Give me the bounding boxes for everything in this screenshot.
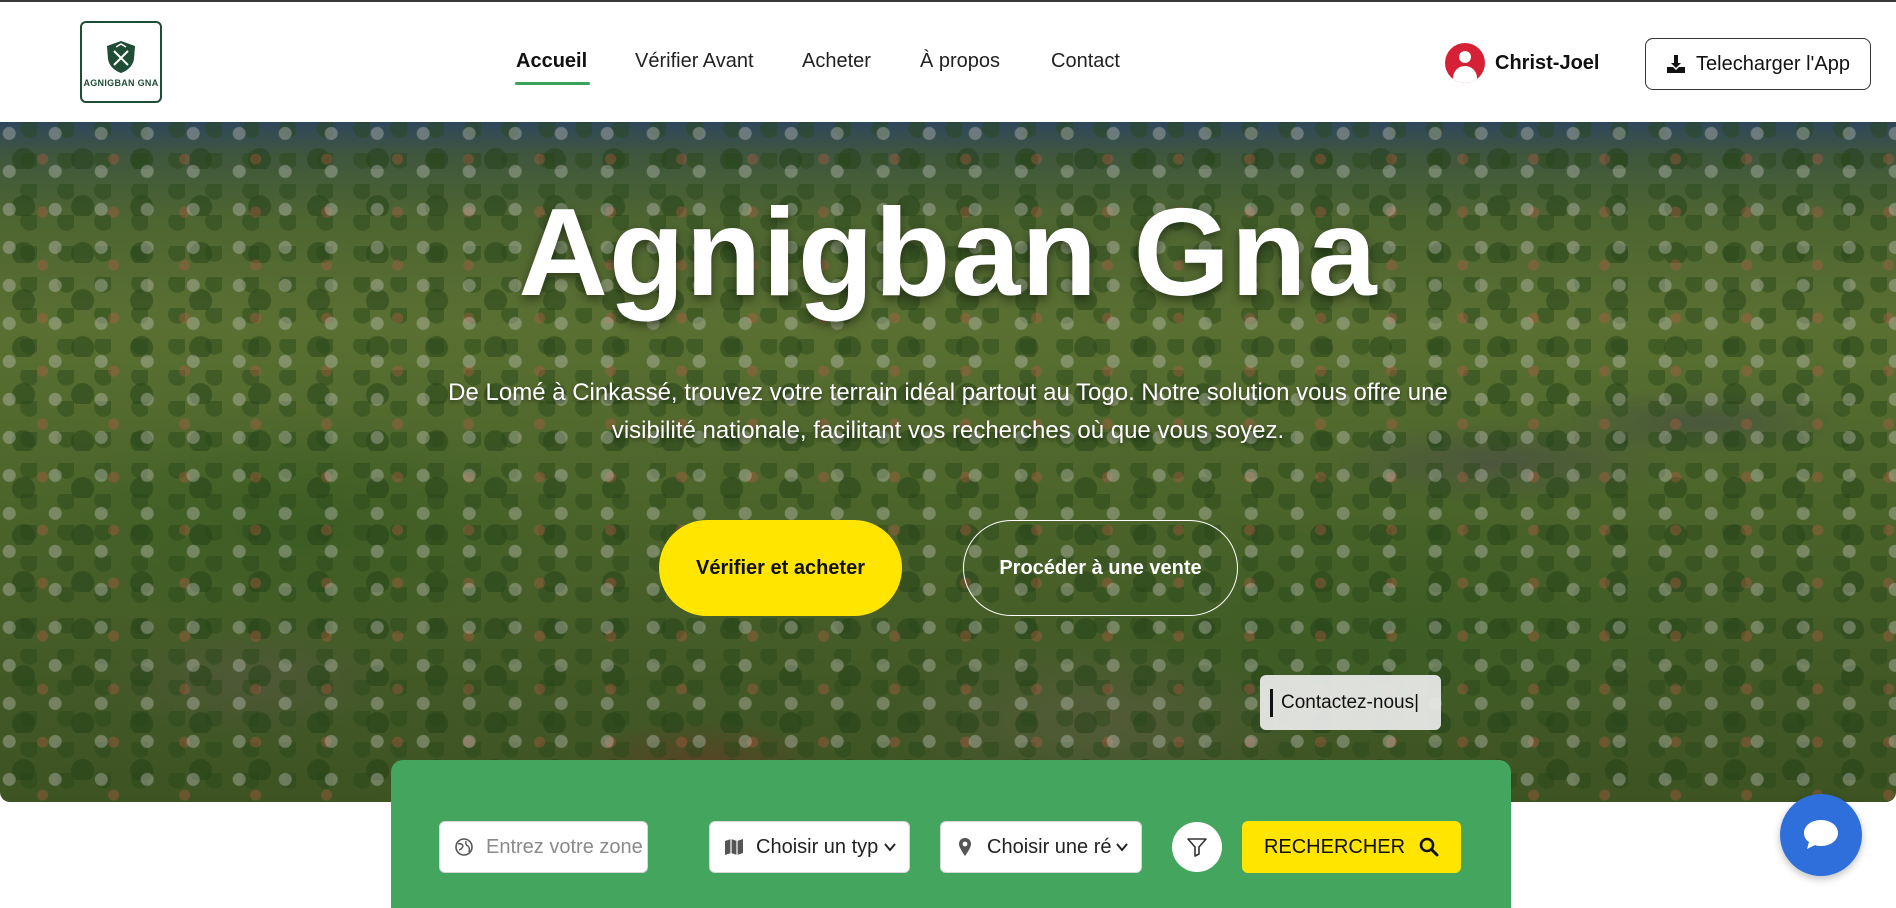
map-icon [725,839,743,855]
logo-text: AGNIGBAN GNA [83,77,159,88]
zone-search-input[interactable]: Entrez votre zone pre [439,821,648,873]
chat-button[interactable] [1780,794,1862,876]
nav-active-underline [515,82,590,85]
contact-us-label: Contactez-nous| [1281,691,1420,713]
download-icon [1667,55,1686,73]
contact-us-chip[interactable]: Contactez-nous| [1260,675,1441,730]
region-select-value: Choisir une ré [987,835,1112,858]
proceed-sale-button[interactable]: Procéder à une vente [963,520,1238,616]
user-name: Christ-Joel [1495,51,1600,74]
filter-button[interactable] [1172,822,1222,872]
region-select[interactable]: Choisir une ré [940,821,1142,873]
zone-search-placeholder: Entrez votre zone pre [486,835,647,858]
type-select[interactable]: Choisir un typ [709,821,910,873]
site-header: AGNIGBAN GNA Accueil Vérifier Avant Ache… [0,2,1896,122]
download-app-button[interactable]: Telecharger l'App [1645,38,1871,90]
globe-icon [455,838,473,856]
nav-item-contact[interactable]: Contact [1051,50,1120,73]
chevron-down-icon [1116,843,1128,852]
search-icon [1419,837,1439,857]
user-circle-icon [1445,43,1485,83]
search-button[interactable]: RECHERCHER [1242,821,1461,873]
nav-item-accueil[interactable]: Accueil [516,50,587,73]
chevron-down-icon [884,843,896,852]
type-select-value: Choisir un typ [756,835,879,858]
chat-bubble-icon [1804,820,1838,849]
search-button-label: RECHERCHER [1263,835,1406,858]
verify-and-buy-button[interactable]: Vérifier et acheter [659,520,902,616]
filter-icon [1187,838,1207,857]
nav-item-acheter[interactable]: Acheter [802,50,871,73]
text-cursor-bar [1270,688,1273,717]
search-panel: Entrez votre zone pre Choisir un typ Cho… [391,760,1511,908]
hero-subtitle: De Lomé à Cinkassé, trouvez votre terrai… [448,379,1448,444]
hero-section: Agnigban Gna De Lomé à Cinkassé, trouvez… [0,122,1896,802]
shield-logo-icon [107,40,135,73]
hero-title: Agnigban Gna [518,184,1378,322]
download-app-label: Telecharger l'App [1696,52,1850,75]
user-profile[interactable]: Christ-Joel [1445,42,1599,84]
nav-item-a-propos[interactable]: À propos [920,50,1000,73]
nav-item-verifier-avant[interactable]: Vérifier Avant [635,50,754,73]
map-pin-icon [959,838,971,856]
brand-logo[interactable]: AGNIGBAN GNA [80,21,162,103]
